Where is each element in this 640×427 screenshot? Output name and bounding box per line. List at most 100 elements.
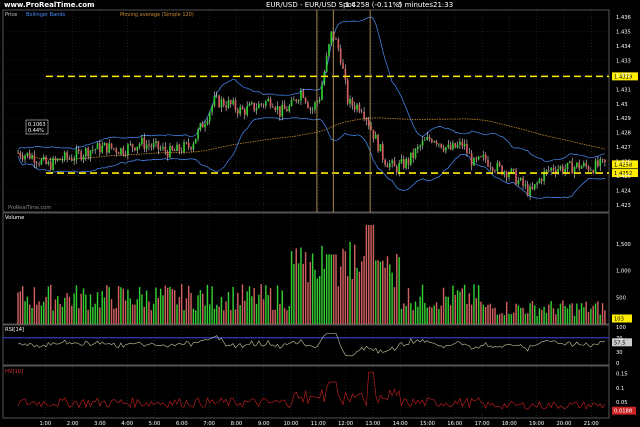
candle-body xyxy=(568,161,571,163)
candle-body xyxy=(328,44,330,56)
candle-body xyxy=(398,163,400,173)
candle-body xyxy=(505,171,508,178)
candle-body xyxy=(335,39,337,40)
volume-bar xyxy=(28,304,31,324)
volume-bar xyxy=(426,307,428,324)
volume-bar xyxy=(272,309,274,324)
time-tick-label: 19:00 xyxy=(529,421,544,427)
volume-bar xyxy=(124,300,127,324)
volume-bar xyxy=(17,292,19,324)
candle-body xyxy=(63,152,66,160)
volume-bar xyxy=(204,305,206,324)
rsi-tick-label: 100 xyxy=(616,325,626,331)
candle-body xyxy=(424,139,426,141)
candle-body xyxy=(21,156,24,160)
candle-body xyxy=(377,134,379,152)
candle-body xyxy=(155,141,157,144)
volume-bar xyxy=(370,225,372,324)
time-tick-label: 1:00 xyxy=(39,421,51,427)
candle-body xyxy=(134,147,136,151)
volume-bar xyxy=(234,309,237,324)
candle-body xyxy=(524,184,527,186)
volume-bar xyxy=(211,286,213,324)
candle-body xyxy=(87,148,90,157)
volume-bar xyxy=(68,296,71,324)
volume-bar xyxy=(43,301,45,324)
candle-body xyxy=(61,159,64,161)
candle-body xyxy=(302,90,305,98)
candle-body xyxy=(344,68,347,80)
candle-body xyxy=(274,107,277,111)
time-tick-label: 12:00 xyxy=(338,421,353,427)
time-tick-label: 16:00 xyxy=(447,421,462,427)
price-tick-label: 1.432 xyxy=(616,73,631,79)
candle-body xyxy=(229,100,232,105)
candle-body xyxy=(412,152,415,158)
candle-body xyxy=(538,179,541,183)
volume-bar xyxy=(54,299,57,324)
candle-body xyxy=(590,170,592,172)
candle-body xyxy=(386,164,389,168)
candle-body xyxy=(286,109,288,112)
volume-bar xyxy=(192,308,195,324)
volume-tick-label: 1,000 xyxy=(616,269,631,275)
candle-body xyxy=(293,99,295,101)
volume-bar xyxy=(482,304,485,324)
volume-bar xyxy=(501,313,503,324)
volume-bar xyxy=(162,295,164,324)
time-tick-label: 14:00 xyxy=(393,421,408,427)
rsi-series xyxy=(17,333,606,357)
volume-bar xyxy=(358,271,361,324)
candle-body xyxy=(491,167,494,171)
candle-body xyxy=(279,106,281,117)
candle-body xyxy=(447,144,450,148)
volume-current-label: 103 xyxy=(614,316,624,322)
candle-body xyxy=(351,98,354,106)
volume-bar xyxy=(524,313,527,324)
volume-bar xyxy=(545,312,548,324)
candle-body xyxy=(75,149,78,160)
chart-canvas[interactable]: 1.43191.42521.42580.10630.44%ProRealTime… xyxy=(0,0,640,427)
candle-body xyxy=(468,152,471,154)
candle-body xyxy=(152,143,155,148)
price-tick-label: 1.43 xyxy=(616,102,628,108)
price-tick-label: 1.423 xyxy=(616,203,631,209)
volume-bar xyxy=(237,292,239,324)
volume-bar xyxy=(398,257,400,324)
volume-bar xyxy=(155,287,157,324)
candle-body xyxy=(321,84,323,100)
candle-body xyxy=(52,158,54,170)
volume-bar xyxy=(99,307,101,324)
volume-bar xyxy=(117,285,120,324)
candle-body xyxy=(197,129,199,139)
candle-body xyxy=(115,148,118,153)
candle-body xyxy=(475,158,478,160)
volume-bar xyxy=(246,291,248,324)
volume-bar xyxy=(59,303,61,324)
candle-body xyxy=(449,144,452,150)
volume-bar xyxy=(143,306,145,324)
volume-bar xyxy=(442,287,445,324)
candle-body xyxy=(176,144,178,152)
volume-bar xyxy=(592,305,594,324)
volume-bar xyxy=(106,285,108,324)
volume-bar xyxy=(232,286,234,324)
volume-bar xyxy=(566,308,569,324)
candle-body xyxy=(24,155,26,160)
candle-body xyxy=(459,141,461,145)
volume-bar xyxy=(227,291,230,324)
candle-body xyxy=(31,155,33,159)
volume-bar xyxy=(431,307,433,324)
candle-body xyxy=(84,148,87,157)
candle-body xyxy=(250,102,253,104)
volume-bar xyxy=(73,293,75,324)
candle-body xyxy=(365,118,368,121)
volume-bar xyxy=(71,305,73,324)
candle-body xyxy=(234,100,237,110)
candle-body xyxy=(101,145,104,153)
volume-bar xyxy=(576,303,578,324)
candle-body xyxy=(194,138,197,144)
candle-body xyxy=(417,146,419,150)
candle-body xyxy=(578,162,581,169)
candle-body xyxy=(304,97,307,103)
